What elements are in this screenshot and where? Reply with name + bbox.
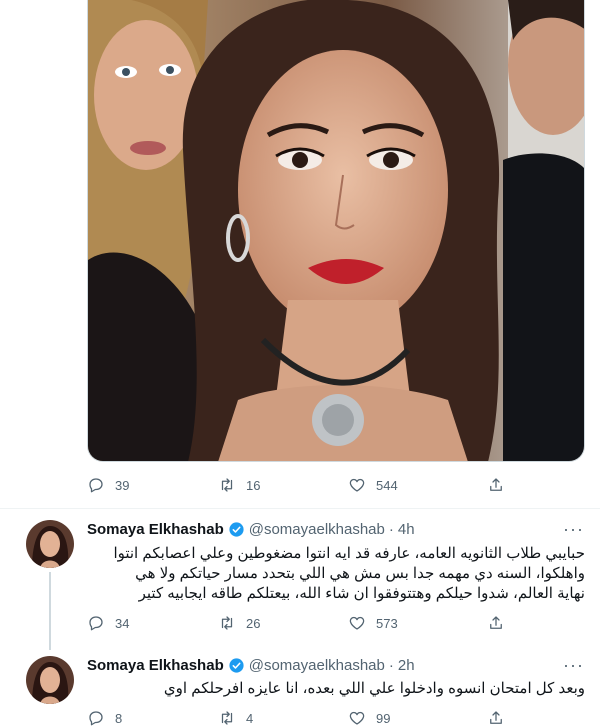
tweet-text: وبعد كل امتحان انسوه وادخلوا علي اللي بع… <box>87 679 585 699</box>
share-icon <box>490 711 502 724</box>
share-icon <box>490 616 502 629</box>
reply-button[interactable]: 39 <box>87 476 129 494</box>
retweet-button[interactable]: 16 <box>218 476 260 494</box>
avatar[interactable] <box>26 520 74 568</box>
tweet-header: Somaya Elkhashab @somayaelkhashab · 2h <box>87 657 415 674</box>
author-name[interactable]: Somaya Elkhashab <box>87 657 224 674</box>
retweet-button[interactable]: 4 <box>218 709 253 727</box>
reply-icon <box>89 616 103 631</box>
like-icon <box>349 711 365 725</box>
like-count: 544 <box>376 477 398 493</box>
like-count: 99 <box>376 710 391 726</box>
retweet-count: 16 <box>246 477 261 493</box>
avatar[interactable] <box>26 656 74 704</box>
timestamp[interactable]: 2h <box>398 657 415 674</box>
retweet-button[interactable]: 26 <box>218 614 260 632</box>
share-button[interactable] <box>487 709 505 727</box>
verified-icon <box>229 522 244 537</box>
tweet-text-line: واهلكوا، السنه دي مهمه جدا بس مش هي اللي… <box>135 565 585 582</box>
tweet-text-line: نهاية العالم، شدوا حيلكم وهتتوفقوا ان شا… <box>138 585 585 602</box>
share-icon <box>490 478 502 491</box>
reply-icon <box>89 711 103 726</box>
reply-button[interactable]: 34 <box>87 614 129 632</box>
more-icon[interactable]: ··· <box>563 655 584 676</box>
like-count: 573 <box>376 615 398 631</box>
like-button[interactable]: 573 <box>348 614 398 632</box>
tweet-photo[interactable] <box>87 0 585 462</box>
like-icon <box>349 616 365 630</box>
like-button[interactable]: 544 <box>348 476 398 494</box>
retweet-icon <box>221 711 233 725</box>
author-handle[interactable]: @somayaelkhashab <box>249 657 385 674</box>
reply-count: 34 <box>115 615 130 631</box>
share-button[interactable] <box>487 614 505 632</box>
retweet-icon <box>221 616 233 630</box>
verified-icon <box>229 658 244 673</box>
tweet-header: Somaya Elkhashab @somayaelkhashab · 4h <box>87 521 415 538</box>
share-button[interactable] <box>487 476 505 494</box>
divider <box>0 508 600 509</box>
separator-dot: · <box>388 521 394 538</box>
reply-count: 39 <box>115 477 130 493</box>
tweet-text-line: حبايبي طلاب الثانويه العامه، عارفه قد اي… <box>113 545 585 562</box>
thread-line <box>49 572 51 650</box>
timestamp[interactable]: 4h <box>398 521 415 538</box>
tweet-text-line: وبعد كل امتحان انسوه وادخلوا علي اللي بع… <box>163 680 585 697</box>
retweet-count: 4 <box>246 710 254 726</box>
reply-button[interactable]: 8 <box>87 709 122 727</box>
retweet-icon <box>221 478 233 492</box>
retweet-count: 26 <box>246 615 261 631</box>
tweet-text: حبايبي طلاب الثانويه العامه، عارفه قد اي… <box>87 544 585 604</box>
reply-count: 8 <box>115 710 123 726</box>
like-button[interactable]: 99 <box>348 709 390 727</box>
separator-dot: · <box>388 657 394 674</box>
author-name[interactable]: Somaya Elkhashab <box>87 521 224 538</box>
more-icon[interactable]: ··· <box>563 519 584 540</box>
reply-icon <box>89 478 103 493</box>
like-icon <box>349 478 365 492</box>
author-handle[interactable]: @somayaelkhashab <box>249 521 385 538</box>
